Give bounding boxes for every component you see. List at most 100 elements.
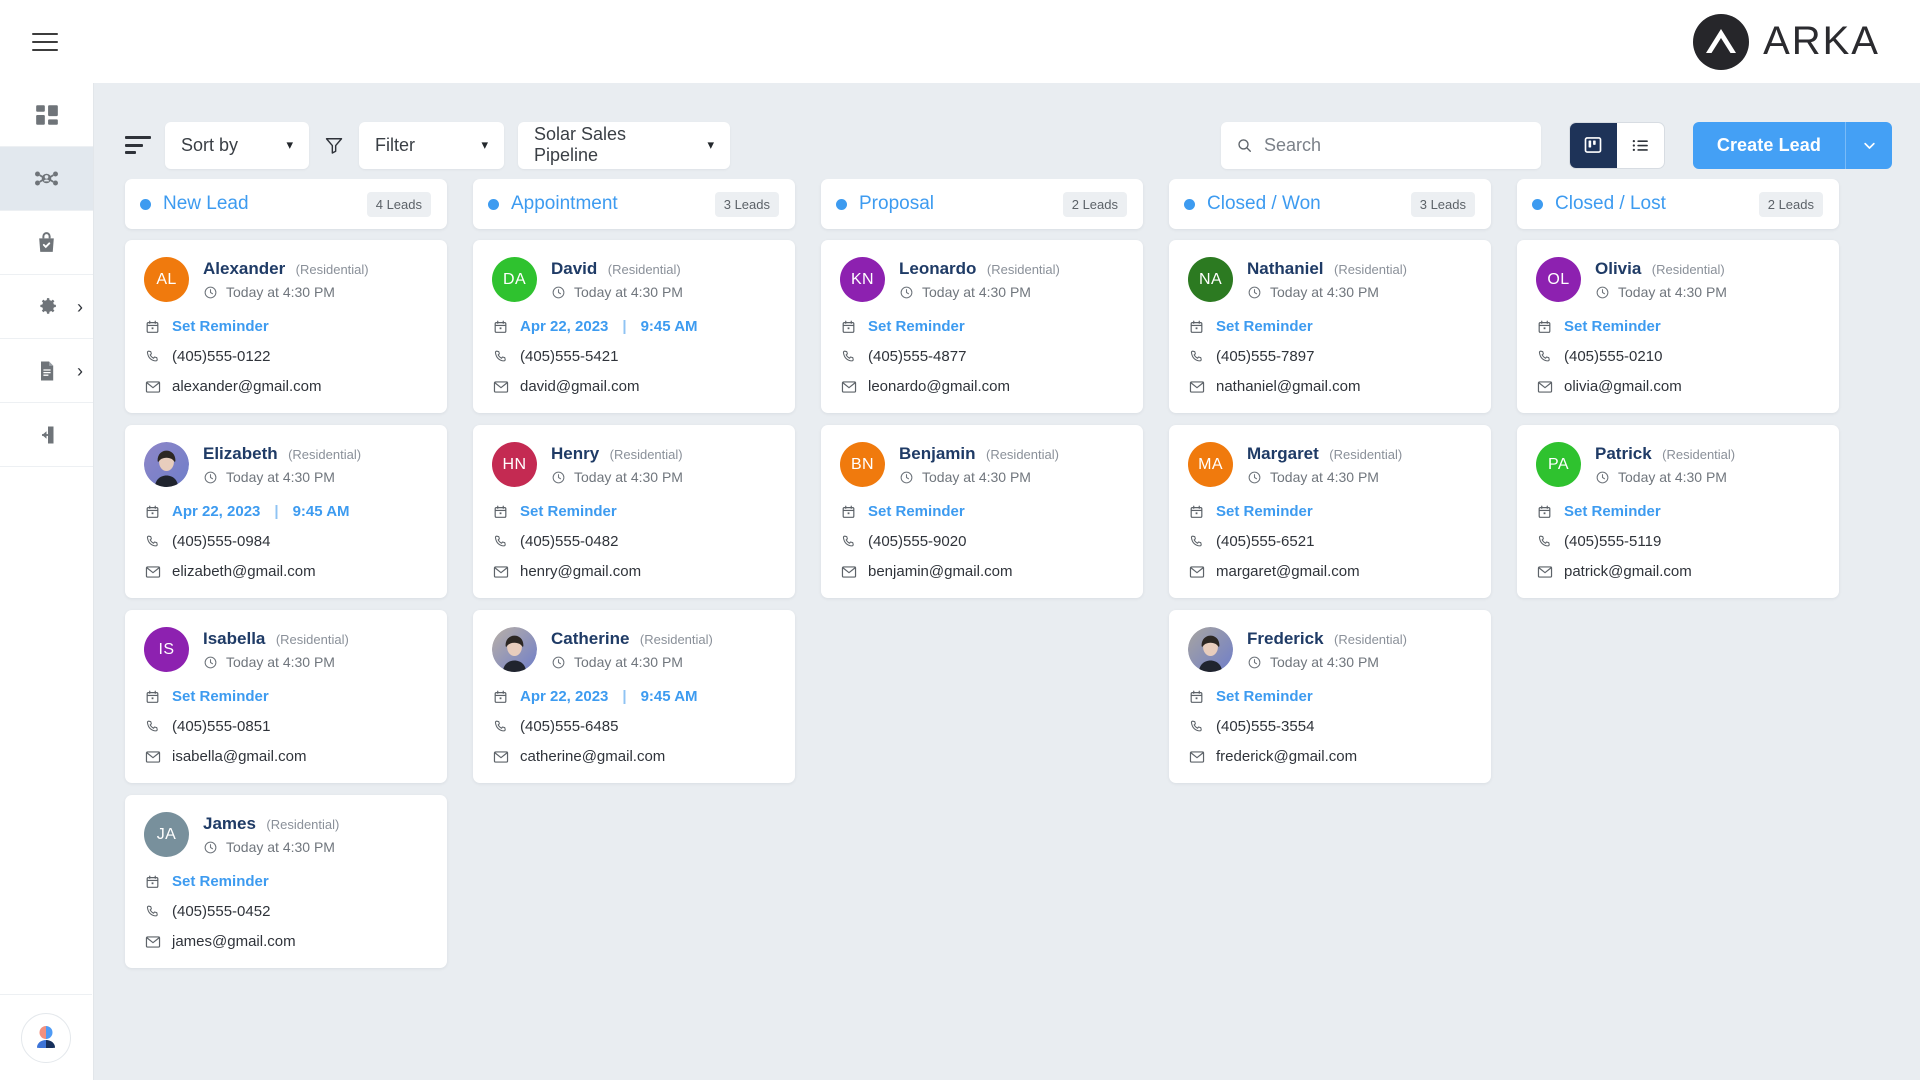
lead-phone-row[interactable]: (405)555-7897 [1188,348,1472,365]
lead-phone-row[interactable]: (405)555-6521 [1188,533,1472,550]
scheduled-reminder[interactable]: Apr 22, 2023 | 9:45 AM [144,503,428,520]
lead-card[interactable]: HN Henry (Residential) Today at 4:30 PM [473,425,795,598]
filter-dropdown[interactable]: Filter ▾ [359,121,504,169]
phone-icon [1190,535,1202,547]
lead-phone-row[interactable]: (405)555-0210 [1536,348,1820,365]
lead-identity: Isabella (Residential) Today at 4:30 PM [203,627,349,670]
sidebar-item-logout[interactable] [0,403,93,467]
lead-email-row[interactable]: benjamin@gmail.com [840,563,1124,580]
view-kanban-button[interactable] [1569,122,1617,168]
status-dot [140,198,151,210]
set-reminder-link[interactable]: Set Reminder [492,503,776,520]
lead-email-row[interactable]: henry@gmail.com [492,563,776,580]
lead-email-row[interactable]: patrick@gmail.com [1536,563,1820,580]
lead-card[interactable]: JA James (Residential) Today at 4:30 PM [125,795,447,968]
lead-card[interactable]: PA Patrick (Residential) Today at 4:30 P… [1517,425,1839,598]
lead-email-row[interactable]: olivia@gmail.com [1536,378,1820,395]
avatar: OL [1536,257,1581,302]
avatar-initials: DA [502,270,527,288]
lead-email-row[interactable]: elizabeth@gmail.com [144,563,428,580]
lead-card[interactable]: DA David (Residential) Today at 4:30 PM [473,240,795,413]
lead-email-row[interactable]: nathaniel@gmail.com [1188,378,1472,395]
create-lead-button[interactable]: Create Lead [1692,121,1845,169]
lead-card[interactable]: NA Nathaniel (Residential) Today at 4:30… [1169,240,1491,413]
set-reminder-link[interactable]: Set Reminder [1188,688,1472,705]
lead-phone-row[interactable]: (405)555-0851 [144,718,428,735]
lead-email-row[interactable]: isabella@gmail.com [144,748,428,765]
set-reminder-link[interactable]: Set Reminder [1188,503,1472,520]
avatar [144,442,189,487]
set-reminder-link[interactable]: Set Reminder [144,873,428,890]
scheduled-reminder[interactable]: Apr 22, 2023 | 9:45 AM [492,318,776,335]
reminder-date: Apr 22, 2023 [520,318,609,335]
set-reminder-link[interactable]: Set Reminder [1536,503,1820,520]
lead-phone-row[interactable]: (405)555-3554 [1188,718,1472,735]
sidebar-profile[interactable] [0,994,92,1080]
lead-phone-row[interactable]: (405)555-0452 [144,903,428,920]
sidebar-item-settings[interactable]: › [0,275,93,339]
set-reminder-link[interactable]: Set Reminder [144,318,428,335]
set-reminder-link[interactable]: Set Reminder [840,318,1124,335]
lead-phone-row[interactable]: (405)555-5421 [492,348,776,365]
lead-card-header: MA Margaret (Residential) Today at 4:30 … [1188,442,1472,487]
pipeline-dropdown[interactable]: Solar Sales Pipeline ▾ [518,121,730,169]
set-reminder-link[interactable]: Set Reminder [840,503,1124,520]
lead-phone-row[interactable]: (405)555-9020 [840,533,1124,550]
scheduled-reminder[interactable]: Apr 22, 2023 | 9:45 AM [492,688,776,705]
lead-email-row[interactable]: david@gmail.com [492,378,776,395]
lead-phone-row[interactable]: (405)555-4877 [840,348,1124,365]
lead-card[interactable]: IS Isabella (Residential) Today at 4:30 … [125,610,447,783]
column-header[interactable]: Closed / Lost 2 Leads [1517,179,1839,229]
lead-identity: Nathaniel (Residential) Today at 4:30 PM [1247,257,1407,300]
lead-phone-row[interactable]: (405)555-0122 [144,348,428,365]
lead-email-row[interactable]: leonardo@gmail.com [840,378,1124,395]
avatar-initials: BN [850,455,875,473]
avatar: BN [840,442,885,487]
lead-card[interactable]: Elizabeth (Residential) Today at 4:30 PM… [125,425,447,598]
search-box[interactable] [1220,121,1541,169]
lead-card[interactable]: MA Margaret (Residential) Today at 4:30 … [1169,425,1491,598]
avatar-initials: HN [502,455,527,473]
column-header[interactable]: Proposal 2 Leads [821,179,1143,229]
lead-phone-row[interactable]: (405)555-0482 [492,533,776,550]
lead-time-label: Today at 4:30 PM [1618,284,1727,300]
create-lead-caret-button[interactable] [1846,121,1892,169]
lead-type: (Residential) [1333,262,1407,277]
lead-card[interactable]: Frederick (Residential) Today at 4:30 PM… [1169,610,1491,783]
sidebar-item-orders[interactable] [0,211,93,275]
view-list-button[interactable] [1617,123,1664,168]
column-header[interactable]: New Lead 4 Leads [125,179,447,229]
lead-phone-row[interactable]: (405)555-0984 [144,533,428,550]
lead-email-row[interactable]: james@gmail.com [144,933,428,950]
lead-phone-row[interactable]: (405)555-6485 [492,718,776,735]
lead-email-row[interactable]: alexander@gmail.com [144,378,428,395]
lead-time-label: Today at 4:30 PM [574,284,683,300]
lead-email-row[interactable]: margaret@gmail.com [1188,563,1472,580]
sidebar-item-dashboard[interactable] [0,83,93,147]
lead-card[interactable]: Catherine (Residential) Today at 4:30 PM… [473,610,795,783]
menu-toggle-icon[interactable] [32,32,58,51]
lead-email: nathaniel@gmail.com [1216,378,1361,395]
board-column: Closed / Lost 2 Leads OL Olivia (Residen… [1517,179,1839,610]
lead-phone-row[interactable]: (405)555-5119 [1536,533,1820,550]
sidebar-item-leads[interactable] [0,147,93,211]
status-dot [488,198,499,210]
lead-card[interactable]: KN Leonardo (Residential) Today at 4:30 … [821,240,1143,413]
set-reminder-link[interactable]: Set Reminder [1536,318,1820,335]
lead-type: (Residential) [1662,447,1736,462]
column-header[interactable]: Appointment 3 Leads [473,179,795,229]
column-header[interactable]: Closed / Won 3 Leads [1169,179,1491,229]
lead-card[interactable]: OL Olivia (Residential) Today at 4:30 PM [1517,240,1839,413]
lead-email-row[interactable]: catherine@gmail.com [492,748,776,765]
workspace: Sort by ▾ Filter ▾ Solar Sales Pipeline … [94,83,1920,1080]
sidebar-item-documents[interactable]: › [0,339,93,403]
lead-card[interactable]: BN Benjamin (Residential) Today at 4:30 … [821,425,1143,598]
search-input[interactable] [1264,134,1526,156]
sort-lines-icon[interactable] [125,136,151,154]
sort-by-dropdown[interactable]: Sort by ▾ [165,121,309,169]
set-reminder-link[interactable]: Set Reminder [1188,318,1472,335]
lead-email-row[interactable]: frederick@gmail.com [1188,748,1472,765]
funnel-icon[interactable] [323,135,345,155]
lead-card[interactable]: AL Alexander (Residential) Today at 4:30… [125,240,447,413]
set-reminder-link[interactable]: Set Reminder [144,688,428,705]
